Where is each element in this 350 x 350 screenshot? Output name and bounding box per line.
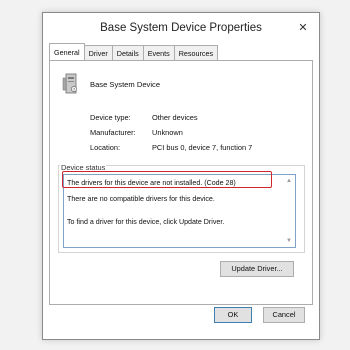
manufacturer-label: Manufacturer: (90, 128, 136, 137)
tab-general[interactable]: General (49, 43, 85, 60)
cancel-button[interactable]: Cancel (263, 307, 305, 323)
scroll-up-icon[interactable]: ▲ (285, 177, 293, 185)
tab-events[interactable]: Events (142, 45, 175, 60)
device-name: Base System Device (90, 80, 161, 89)
device-type-label: Device type: (90, 113, 131, 122)
general-panel: ? Base System Device Device type: Other … (49, 60, 313, 305)
close-icon[interactable]: ✕ (295, 20, 311, 36)
location-label: Location: (90, 143, 120, 152)
location-value: PCI bus 0, device 7, function 7 (152, 143, 253, 152)
update-driver-button[interactable]: Update Driver... (220, 261, 294, 277)
properties-dialog: Base System Device Properties ✕ General … (42, 12, 320, 340)
tab-strip: General Driver Details Events Resources (49, 43, 219, 60)
tab-resources[interactable]: Resources (173, 45, 219, 60)
manufacturer-value: Unknown (152, 128, 183, 137)
status-line-no-drivers: There are no compatible drivers for this… (67, 195, 215, 203)
title-bar: Base System Device Properties ✕ (43, 13, 319, 43)
error-highlight-box (62, 171, 272, 188)
system-device-icon: ? (62, 73, 77, 94)
scroll-down-icon[interactable]: ▼ (285, 237, 293, 245)
tab-driver[interactable]: Driver (83, 45, 113, 60)
device-type-value: Other devices (152, 113, 198, 122)
tab-details[interactable]: Details (111, 45, 144, 60)
status-line-instructions: To find a driver for this device, click … (67, 218, 225, 226)
window-title: Base System Device Properties (100, 22, 262, 34)
ok-button[interactable]: OK (214, 307, 252, 323)
